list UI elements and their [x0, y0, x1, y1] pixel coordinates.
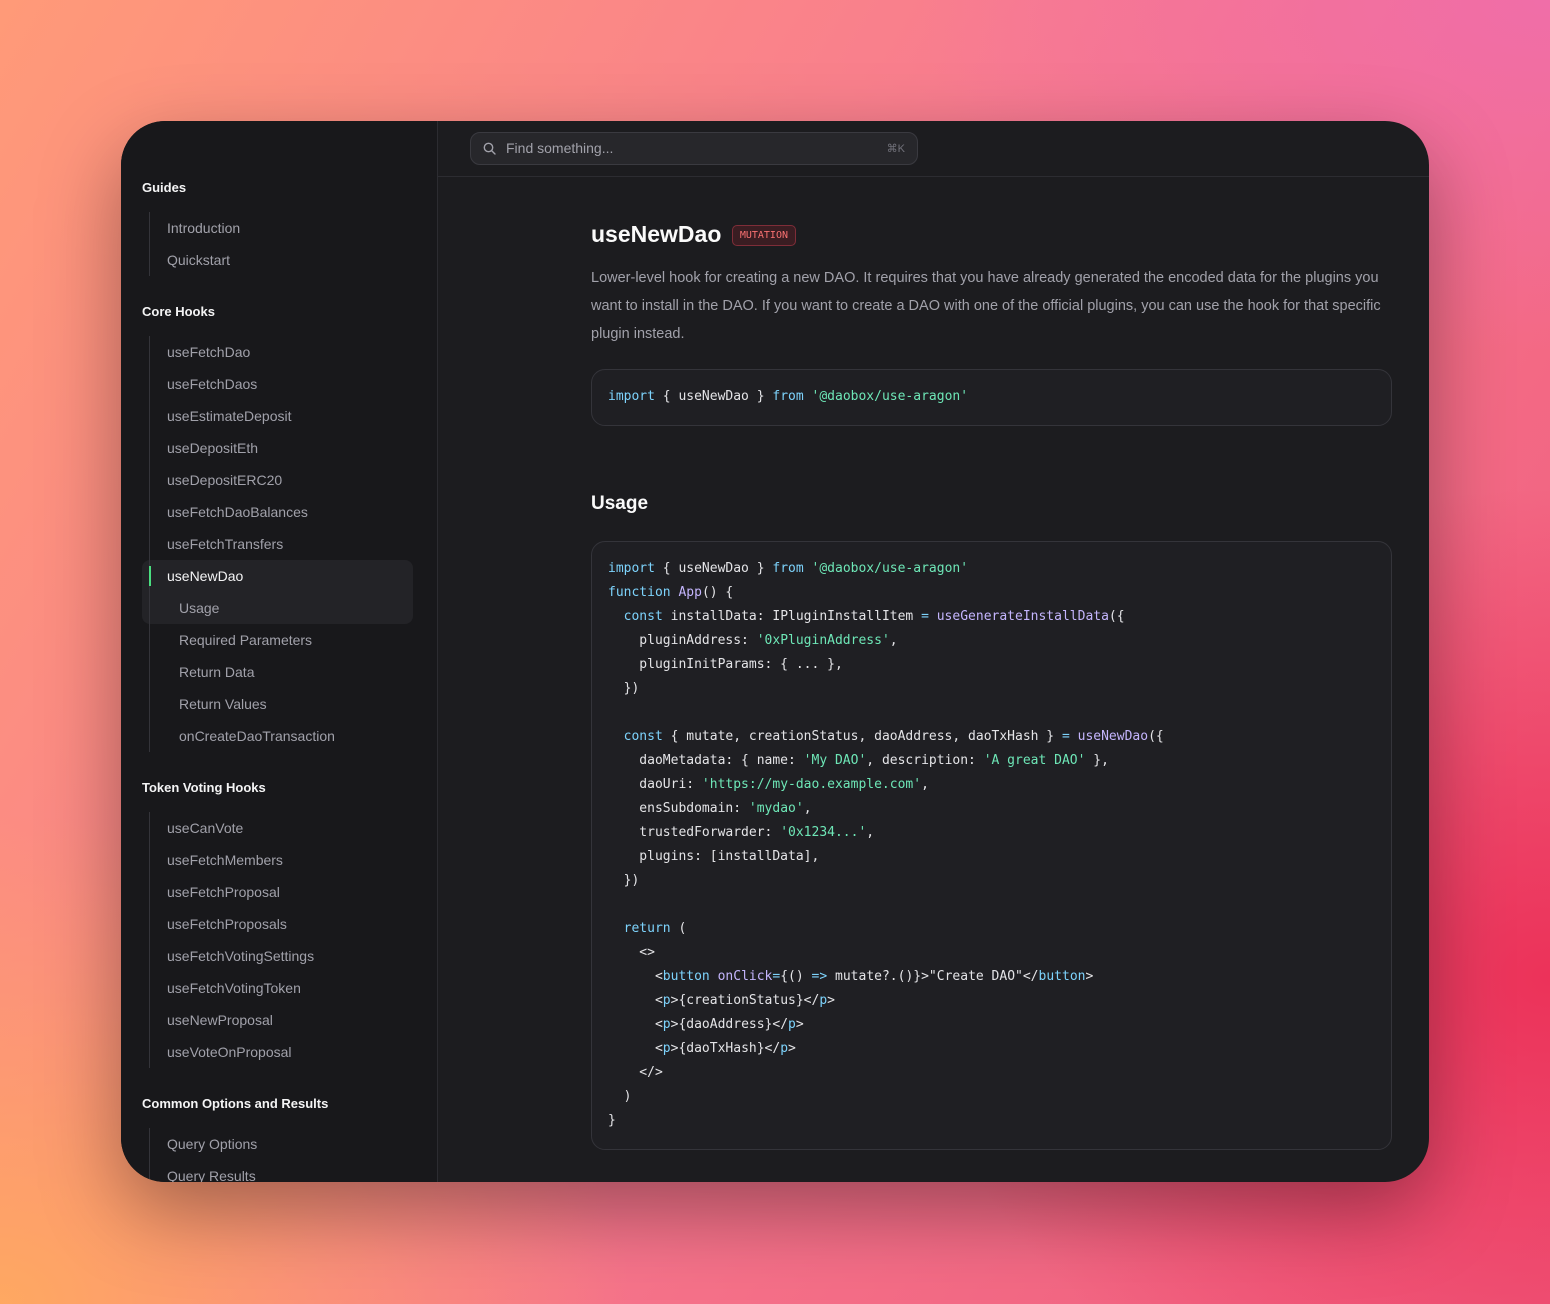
sidebar-subitem-required-parameters[interactable]: Required Parameters: [150, 624, 414, 656]
sidebar-item-usefetchtransfers[interactable]: useFetchTransfers: [150, 528, 414, 560]
sidebar-item-usevoteonproposal[interactable]: useVoteOnProposal: [150, 1036, 414, 1068]
usage-heading: Usage: [591, 493, 649, 514]
sidebar-item-usefetchvotingsettings[interactable]: useFetchVotingSettings: [150, 940, 414, 972]
sidebar-group-common: Query Options Query Results: [149, 1128, 414, 1182]
sidebar-group-token-voting: useCanVote useFetchMembers useFetchPropo…: [149, 812, 414, 1068]
search-placeholder: Find something...: [506, 140, 614, 156]
sidebar-item-useestimatedeposit[interactable]: useEstimateDeposit: [150, 400, 414, 432]
import-code[interactable]: import { useNewDao } from '@daobox/use-a…: [592, 370, 1391, 424]
top-bar: Find something... ⌘K: [438, 121, 1429, 177]
usage-code[interactable]: import { useNewDao } from '@daobox/use-a…: [592, 542, 1391, 1148]
sidebar-subitem-oncreatedaotransaction[interactable]: onCreateDaoTransaction: [150, 720, 414, 752]
sidebar-group-title: Core Hooks: [142, 304, 215, 319]
sidebar-item-quickstart[interactable]: Quickstart: [150, 244, 414, 276]
sidebar-item-usedepositerc20[interactable]: useDepositERC20: [150, 464, 414, 496]
sidebar-subitem-return-values[interactable]: Return Values: [150, 688, 414, 720]
sidebar-item-usenewdao[interactable]: useNewDao: [149, 560, 414, 592]
sidebar-item-query-results[interactable]: Query Results: [150, 1160, 414, 1182]
sidebar-item-usefetchproposal[interactable]: useFetchProposal: [150, 876, 414, 908]
sidebar-group-title: Token Voting Hooks: [142, 780, 266, 795]
sidebar-item-usedepositeth[interactable]: useDepositEth: [150, 432, 414, 464]
sidebar-group-title: Guides: [142, 180, 187, 195]
sidebar-item-query-options[interactable]: Query Options: [150, 1128, 414, 1160]
sidebar: Guides Introduction Quickstart Core Hook…: [121, 121, 438, 1182]
sidebar-item-usefetchdaos[interactable]: useFetchDaos: [150, 368, 414, 400]
sidebar-subitem-usage[interactable]: Usage: [150, 592, 414, 624]
sidebar-group-title: Common Options and Results: [142, 1096, 329, 1111]
sidebar-item-usefetchmembers[interactable]: useFetchMembers: [150, 844, 414, 876]
sidebar-item-usecanvote[interactable]: useCanVote: [150, 812, 414, 844]
search-input[interactable]: Find something... ⌘K: [470, 132, 918, 165]
sidebar-group-guides: Introduction Quickstart: [149, 212, 414, 276]
page-header: useNewDao MUTATION: [591, 221, 1392, 255]
sidebar-item-usefetchdaobalances[interactable]: useFetchDaoBalances: [150, 496, 414, 528]
page-title: useNewDao: [591, 221, 722, 247]
sidebar-subitem-return-data[interactable]: Return Data: [150, 656, 414, 688]
import-code-block: import { useNewDao } from '@daobox/use-a…: [591, 369, 1392, 426]
sidebar-item-introduction[interactable]: Introduction: [150, 212, 414, 244]
sidebar-item-usefetchdao[interactable]: useFetchDao: [150, 336, 414, 368]
search-icon: [483, 142, 496, 155]
mutation-badge: MUTATION: [731, 225, 796, 246]
sidebar-item-usefetchvotingtoken[interactable]: useFetchVotingToken: [150, 972, 414, 1004]
main-content: useNewDao MUTATION Lower-level hook for …: [591, 221, 1392, 1150]
sidebar-item-usefetchproposals[interactable]: useFetchProposals: [150, 908, 414, 940]
search-shortcut: ⌘K: [886, 143, 905, 155]
app-window: Guides Introduction Quickstart Core Hook…: [121, 121, 1429, 1182]
usage-code-block: import { useNewDao } from '@daobox/use-a…: [591, 541, 1392, 1150]
sidebar-group-core-hooks: useFetchDao useFetchDaos useEstimateDepo…: [149, 336, 414, 752]
sidebar-item-usenewproposal[interactable]: useNewProposal: [150, 1004, 414, 1036]
page-description: Lower-level hook for creating a new DAO.…: [591, 270, 1381, 342]
